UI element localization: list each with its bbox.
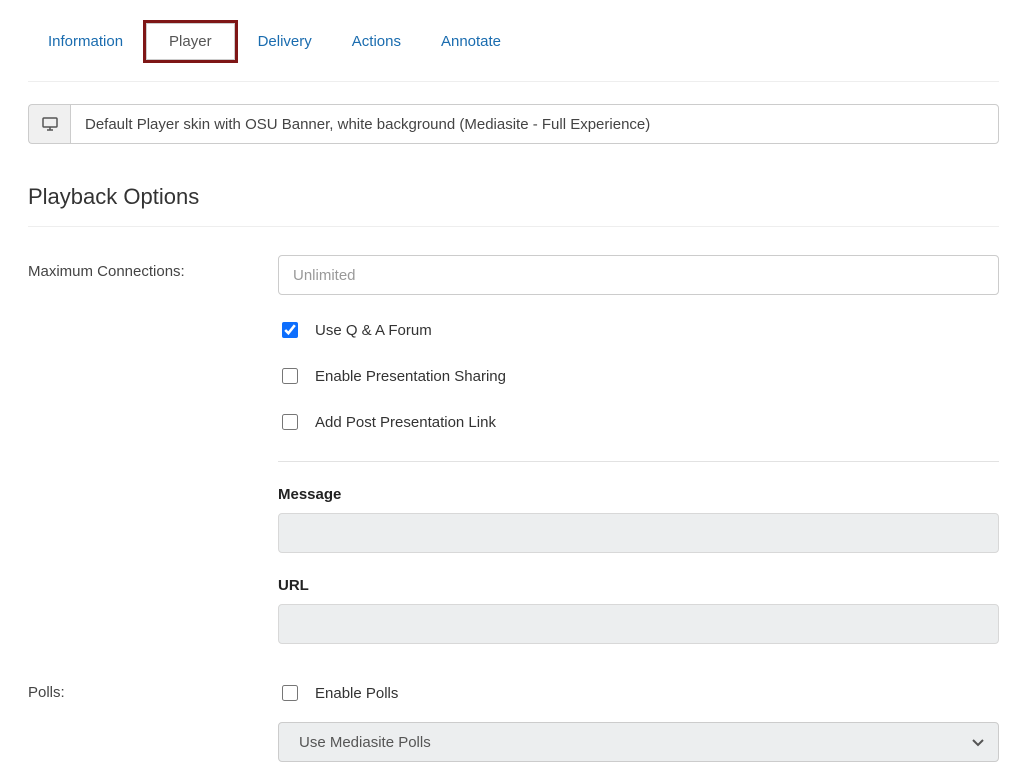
player-skin-row: Default Player skin with OSU Banner, whi…: [28, 104, 999, 144]
chevron-down-icon: [972, 734, 984, 751]
enable-polls-label: Enable Polls: [315, 685, 398, 702]
tab-information[interactable]: Information: [28, 23, 143, 60]
message-input: [278, 513, 999, 553]
message-label: Message: [278, 486, 999, 503]
add-post-link-label: Add Post Presentation Link: [315, 414, 496, 431]
max-connections-label: Maximum Connections:: [28, 255, 278, 644]
tab-delivery[interactable]: Delivery: [238, 23, 332, 60]
tab-actions[interactable]: Actions: [332, 23, 421, 60]
use-qa-forum-checkbox[interactable]: [282, 322, 298, 338]
max-connections-input[interactable]: [278, 255, 999, 295]
player-skin-icon-box: [28, 104, 70, 144]
enable-polls-checkbox[interactable]: [282, 685, 298, 701]
tab-annotate[interactable]: Annotate: [421, 23, 521, 60]
enable-sharing-label: Enable Presentation Sharing: [315, 368, 506, 385]
playback-options-heading: Playback Options: [28, 184, 999, 227]
url-label: URL: [278, 577, 999, 594]
tabs-bar: Information Player Delivery Actions Anno…: [28, 0, 999, 82]
add-post-link-checkbox[interactable]: [282, 414, 298, 430]
url-input: [278, 604, 999, 644]
player-skin-input[interactable]: Default Player skin with OSU Banner, whi…: [70, 104, 999, 144]
divider: [278, 461, 999, 462]
tab-player-highlight: Player: [143, 20, 238, 63]
polls-label: Polls:: [28, 676, 278, 762]
polls-select[interactable]: Use Mediasite Polls: [278, 722, 999, 762]
use-qa-forum-label: Use Q & A Forum: [315, 322, 432, 339]
polls-select-value: Use Mediasite Polls: [299, 734, 431, 751]
enable-sharing-checkbox[interactable]: [282, 368, 298, 384]
tab-player[interactable]: Player: [146, 23, 235, 60]
monitor-icon: [42, 117, 58, 131]
